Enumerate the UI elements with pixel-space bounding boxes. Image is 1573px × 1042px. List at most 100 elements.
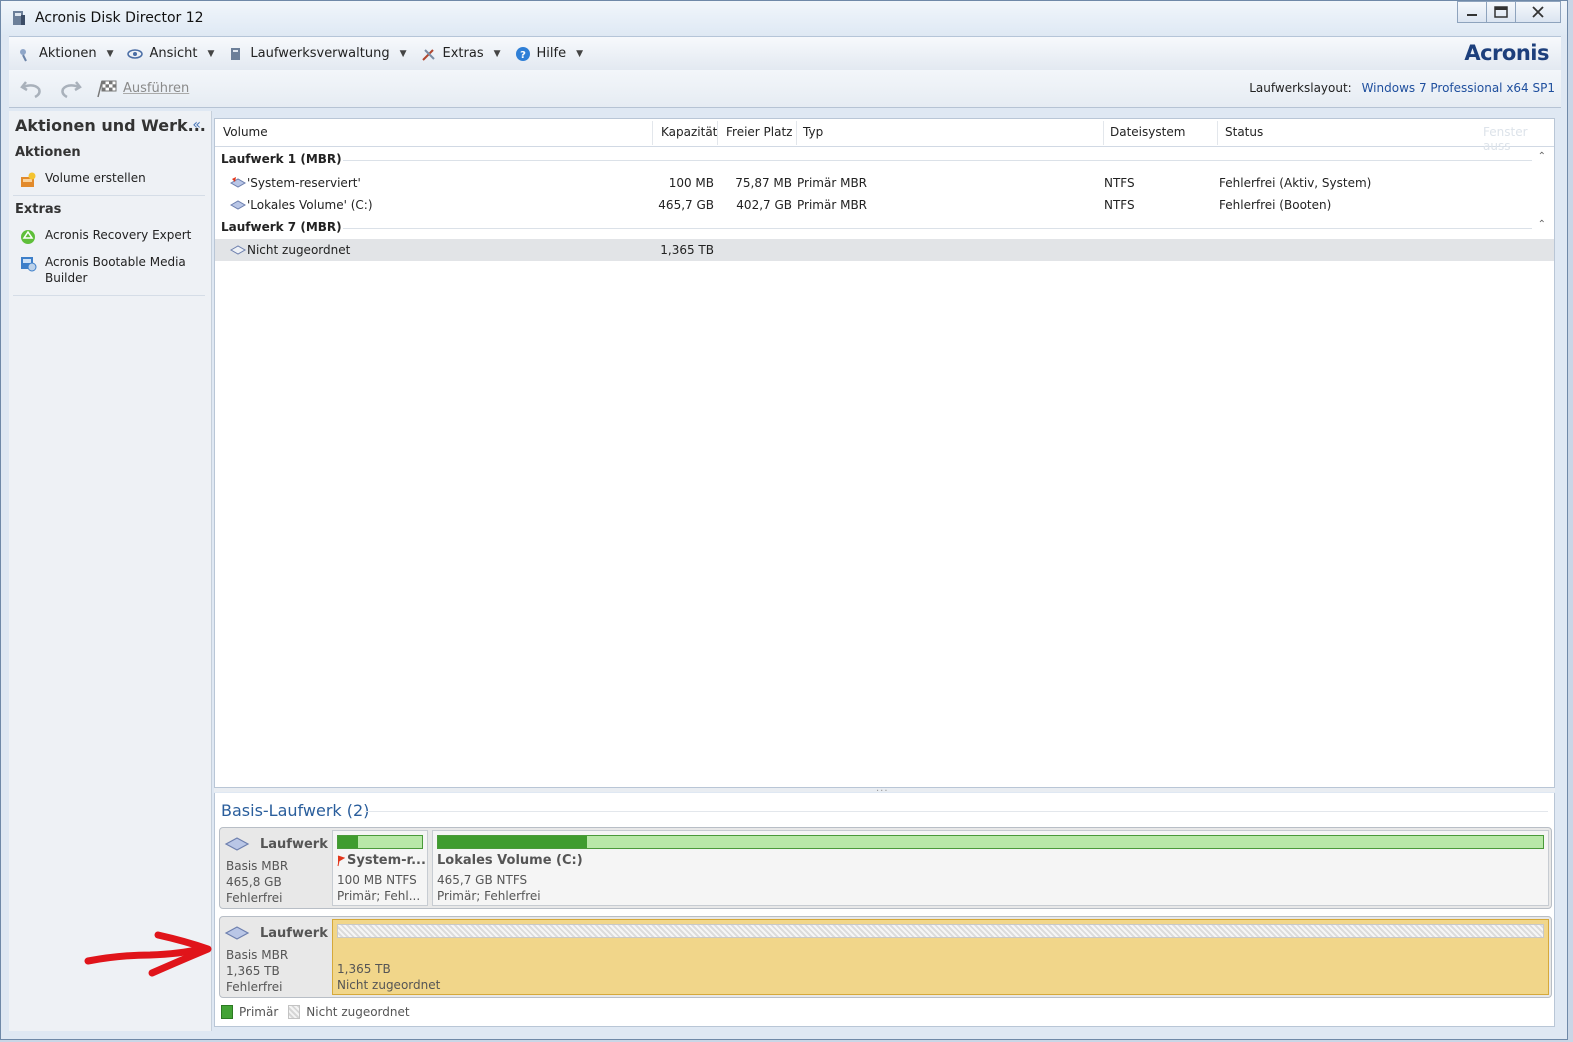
menu-extras[interactable]: Extras ▼ <box>421 46 501 62</box>
panel-splitter[interactable]: ... <box>214 783 1555 794</box>
column-type[interactable]: Typ <box>803 125 823 139</box>
checkered-flag-icon <box>97 80 117 97</box>
disk-layout-link[interactable]: Windows 7 Professional x64 SP1 <box>1362 81 1555 95</box>
volume-capacity: 100 MB <box>668 176 714 190</box>
partition-detail: 100 MB NTFS <box>337 873 417 887</box>
table-row[interactable]: Nicht zugeordnet 1,365 TB <box>215 239 1554 261</box>
sidebar-item-create-volume[interactable]: Volume erstellen <box>19 171 146 189</box>
run-label: Ausführen <box>123 81 190 96</box>
legend-primary-label: Primär <box>239 1005 279 1019</box>
run-button[interactable]: Ausführen <box>95 79 189 99</box>
help-icon: ? <box>515 46 530 61</box>
table-row[interactable]: 'Lokales Volume' (C:) 465,7 GB 402,7 GB … <box>215 194 1554 216</box>
eye-icon <box>127 48 144 59</box>
column-capacity[interactable]: Kapazität <box>661 125 717 139</box>
legend-unallocated-swatch <box>288 1005 301 1019</box>
menu-laufwerksverwaltung[interactable]: Laufwerksverwaltung ▼ <box>228 46 407 62</box>
partition-local-volume-c[interactable]: Lokales Volume (C:) 465,7 GB NTFS Primär… <box>432 830 1549 906</box>
disk-info: Laufwerk 1 Basis MBR 465,8 GB Fehlerfrei <box>220 828 341 908</box>
menu-laufwerksverwaltung-label: Laufwerksverwaltung <box>250 46 390 61</box>
volume-name: 'System-reserviert' <box>247 176 361 190</box>
disk-laufwerk-1[interactable]: Laufwerk 1 Basis MBR 465,8 GB Fehlerfrei… <box>219 827 1552 909</box>
maximize-button[interactable] <box>1486 1 1516 23</box>
partition-system-reserved[interactable]: System-r... 100 MB NTFS Primär; Fehl... <box>332 830 428 906</box>
disk-group-laufwerk-7[interactable]: Laufwerk 7 (MBR) ⌃ <box>215 217 1554 239</box>
sidebar-section-extras: Extras <box>15 202 62 217</box>
bootable-media-icon <box>21 257 37 272</box>
menu-ansicht[interactable]: Ansicht ▼ <box>127 46 214 62</box>
minimize-button[interactable] <box>1457 1 1487 23</box>
disk-info: Laufwerk 7 Basis MBR 1,365 TB Fehlerfrei <box>220 917 341 997</box>
table-row[interactable]: 'System-reserviert' 100 MB 75,87 MB Prim… <box>215 172 1554 194</box>
acronis-logo: Acronis <box>1464 41 1549 65</box>
svg-text:?: ? <box>520 50 526 61</box>
chevron-down-icon: ▼ <box>576 48 584 59</box>
sidebar-collapse-button[interactable]: « <box>192 117 201 133</box>
volume-list-panel: Volume Kapazität Freier Platz Typ Dateis… <box>214 118 1555 788</box>
close-button[interactable] <box>1515 1 1561 23</box>
volume-type: Primär MBR <box>797 176 868 190</box>
collapse-icon[interactable]: ⌃ <box>1538 151 1546 162</box>
disk-size: 465,8 GB <box>226 875 282 889</box>
volume-capacity: 1,365 TB <box>660 243 714 257</box>
disk-size: 1,365 TB <box>226 964 280 978</box>
legend-primary-swatch <box>221 1005 233 1019</box>
menu-hilfe-label: Hilfe <box>536 46 567 61</box>
column-status[interactable]: Status <box>1225 125 1263 139</box>
recycle-icon <box>21 230 35 244</box>
partition-detail: 465,7 GB NTFS <box>437 873 528 887</box>
toolbar: Ausführen Laufwerkslayout: Windows 7 Pro… <box>9 70 1561 108</box>
partition-status: Nicht zugeordnet <box>337 978 441 992</box>
menu-extras-label: Extras <box>442 46 484 61</box>
menu-ansicht-label: Ansicht <box>149 46 198 61</box>
chevron-down-icon: ▼ <box>207 48 215 59</box>
disk-map-title: Basis-Laufwerk (2) <box>221 801 370 820</box>
sidebar: Aktionen und Werk... « Aktionen Volume e… <box>9 111 212 1031</box>
sidebar-item-bootable-media[interactable]: Acronis Bootable Media Builder <box>19 254 186 286</box>
disk-status: Fehlerfrei <box>226 891 283 905</box>
menu-hilfe[interactable]: ? Hilfe ▼ <box>515 46 584 62</box>
collapse-icon[interactable]: ⌃ <box>1538 219 1546 230</box>
disk-group-name: Laufwerk 1 (MBR) <box>221 152 342 166</box>
window-title: Acronis Disk Director 12 <box>35 10 204 26</box>
flag-icon <box>337 855 345 867</box>
window-controls <box>1457 1 1561 23</box>
bootable-media-label-line2: Builder <box>45 271 88 285</box>
volume-capacity: 465,7 GB <box>658 198 714 212</box>
chevron-down-icon: ▼ <box>399 48 407 59</box>
sidebar-section-actions: Aktionen <box>15 145 81 160</box>
app-window: Acronis Disk Director 12 Aktionen ▼ Ansic… <box>0 0 1568 1040</box>
partition-name: System-r... <box>347 853 426 868</box>
column-free-space[interactable]: Freier Platz <box>726 125 792 139</box>
volume-status: Fehlerfrei (Aktiv, System) <box>1219 176 1372 190</box>
disk-layout-info: Laufwerkslayout: Windows 7 Professional … <box>1249 81 1555 95</box>
redo-button[interactable] <box>57 76 83 102</box>
legend-unallocated-label: Nicht zugeordnet <box>306 1005 410 1019</box>
unallocated-bar <box>337 924 1544 938</box>
partition-status: Primär; Fehl... <box>337 889 421 903</box>
column-volume[interactable]: Volume <box>223 125 268 139</box>
sidebar-divider <box>13 295 205 296</box>
actions-icon <box>20 48 27 61</box>
unallocated-volume-icon <box>229 245 247 255</box>
sidebar-item-recovery-expert[interactable]: Acronis Recovery Expert <box>19 228 191 246</box>
close-icon <box>1532 6 1544 18</box>
sidebar-title: Aktionen und Werk... <box>15 116 206 135</box>
volume-filesystem: NTFS <box>1104 198 1135 212</box>
app-icon <box>13 11 25 25</box>
partition-unallocated[interactable]: 1,365 TB Nicht zugeordnet <box>332 919 1549 995</box>
tools-icon <box>421 48 435 61</box>
disk-kind: Basis MBR <box>226 859 289 873</box>
bootable-media-label-line1: Acronis Bootable Media <box>45 255 186 269</box>
disk-laufwerk-7[interactable]: Laufwerk 7 Basis MBR 1,365 TB Fehlerfrei… <box>219 916 1552 998</box>
minimize-icon <box>1467 14 1477 16</box>
undo-button[interactable] <box>19 76 45 102</box>
title-bar: Acronis Disk Director 12 <box>1 1 1567 35</box>
menu-aktionen[interactable]: Aktionen ▼ <box>17 46 113 62</box>
disk-group-laufwerk-1[interactable]: Laufwerk 1 (MBR) ⌃ <box>215 149 1554 171</box>
column-filesystem[interactable]: Dateisystem <box>1110 125 1185 139</box>
partition-name: Lokales Volume (C:) <box>437 853 583 868</box>
create-volume-label: Volume erstellen <box>45 171 146 185</box>
volume-filesystem: NTFS <box>1104 176 1135 190</box>
partition-status: Primär; Fehlerfrei <box>437 889 541 903</box>
